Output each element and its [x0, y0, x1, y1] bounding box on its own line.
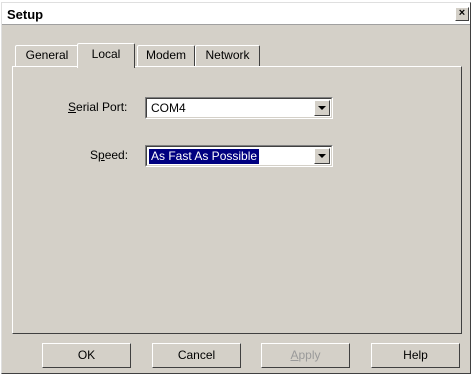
- serial-port-label-text: erial Port:: [76, 100, 128, 114]
- serial-port-dropdown-button[interactable]: [314, 100, 330, 116]
- help-button[interactable]: Help: [371, 343, 460, 368]
- tab-local[interactable]: Local: [77, 43, 135, 68]
- speed-label: Speed:: [90, 148, 128, 162]
- title-bar[interactable]: Setup ×: [2, 3, 470, 25]
- tab-modem[interactable]: Modem: [137, 45, 195, 66]
- cancel-button-label: Cancel: [177, 348, 216, 362]
- apply-button[interactable]: Apply: [261, 343, 350, 368]
- speed-label-pre: S: [90, 148, 99, 162]
- apply-mnemonic: A: [290, 348, 299, 362]
- cancel-button[interactable]: Cancel: [152, 343, 241, 368]
- help-button-label: Help: [403, 348, 428, 362]
- tab-local-label: Local: [91, 47, 121, 61]
- ok-button[interactable]: OK: [42, 343, 131, 368]
- local-tab-panel: Serial Port: COM4 Speed: As Fast As Poss…: [12, 66, 462, 334]
- tab-general-label: General: [25, 48, 69, 62]
- speed-label-text: eed:: [104, 148, 129, 162]
- speed-mnemonic: p: [98, 148, 105, 162]
- speed-dropdown[interactable]: As Fast As Possible: [145, 145, 333, 167]
- chevron-down-icon: [318, 154, 326, 158]
- ok-button-label: OK: [77, 348, 96, 362]
- serial-port-value: COM4: [151, 101, 186, 115]
- chevron-down-icon: [318, 106, 326, 110]
- apply-button-label: pply: [298, 348, 321, 362]
- close-icon: ×: [458, 7, 466, 19]
- close-button[interactable]: ×: [455, 7, 469, 21]
- serial-port-dropdown[interactable]: COM4: [145, 97, 333, 119]
- speed-dropdown-button[interactable]: [314, 148, 330, 164]
- tab-general[interactable]: General: [15, 45, 79, 66]
- tab-network[interactable]: Network: [195, 45, 260, 66]
- tab-network-label: Network: [205, 48, 250, 62]
- speed-value: As Fast As Possible: [149, 149, 260, 164]
- tab-modem-label: Modem: [145, 48, 186, 62]
- window-title: Setup: [7, 7, 44, 22]
- setup-dialog: Setup × General Local Modem Network Seri…: [1, 2, 471, 374]
- serial-port-label: Serial Port:: [68, 100, 127, 114]
- serial-port-mnemonic: S: [68, 100, 77, 114]
